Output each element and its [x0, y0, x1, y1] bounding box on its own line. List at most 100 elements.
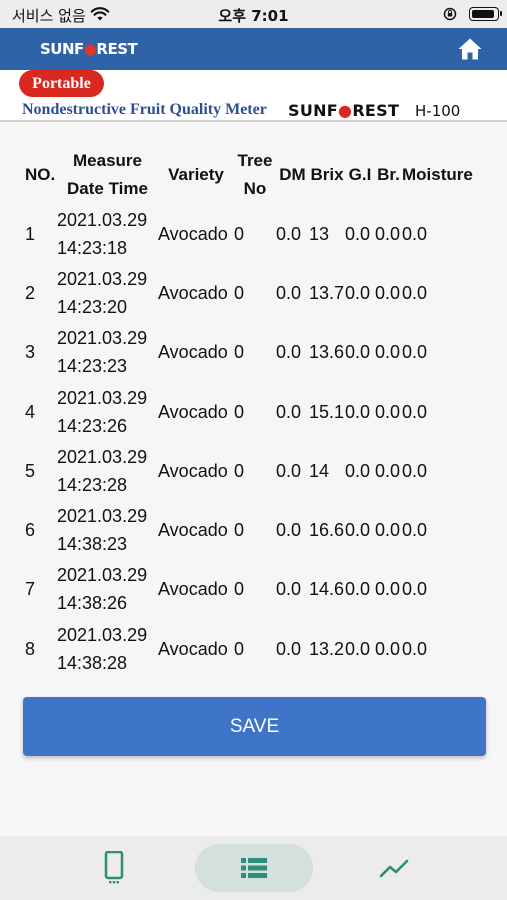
cell-tree-no: 0: [234, 460, 245, 481]
cell-no: 3: [25, 342, 36, 363]
table-row: 5 2021.03.29 14:23:28 Avocado 0 0.0 14 0.0 0.0 0.…: [19, 441, 489, 500]
cell-no: 2: [25, 282, 36, 303]
table-row: 3 2021.03.29 14:23:23 Avocado 0 0.0 13.6 0.0 0.0…: [19, 323, 489, 382]
cell-brix: 14: [309, 460, 330, 481]
home-icon[interactable]: [457, 37, 483, 61]
cell-no: 6: [25, 520, 36, 541]
brand-logo: SUNF●REST: [40, 40, 138, 58]
cell-tree-no: 0: [234, 401, 245, 422]
cell-no: 5: [25, 460, 36, 481]
header-no: NO.: [25, 165, 56, 184]
header-variety: Variety: [168, 165, 224, 184]
cell-variety: Avocado: [158, 223, 228, 244]
battery-icon: [469, 7, 502, 21]
product-banner: Portable Nondestructive Fruit Quality Me…: [0, 70, 507, 122]
model-label: H-100: [415, 102, 461, 120]
nav-list[interactable]: [195, 844, 313, 892]
cell-brix: 14.6: [309, 579, 345, 600]
rotation-lock-icon: [443, 7, 457, 21]
cell-tree-no: 0: [234, 520, 245, 541]
cell-dm: 0.0: [276, 638, 302, 659]
cell-moisture: 0.0: [402, 579, 428, 600]
status-bar: 서비스 없음 오후 7:01: [0, 0, 507, 28]
cell-tree-no: 0: [234, 638, 245, 659]
cell-date-time: 2021.03.29 14:23:26: [57, 387, 148, 436]
cell-tree-no: 0: [234, 342, 245, 363]
cell-gi: 0.0: [345, 223, 371, 244]
header-tree-no: Tree No: [237, 151, 273, 198]
cell-variety: Avocado: [158, 579, 228, 600]
cell-no: 8: [25, 638, 36, 659]
cell-date-time: 2021.03.29 14:23:20: [57, 268, 148, 317]
cell-moisture: 0.0: [402, 282, 428, 303]
cell-variety: Avocado: [158, 401, 228, 422]
cell-gi: 0.0: [345, 638, 371, 659]
cell-moisture: 0.0: [402, 460, 428, 481]
cell-dm: 0.0: [276, 579, 302, 600]
table-row: 4 2021.03.29 14:23:26 Avocado 0 0.0 15.1 0.0 0.0…: [19, 382, 489, 441]
bottom-nav: [0, 836, 507, 900]
cell-tree-no: 0: [234, 579, 245, 600]
cell-moisture: 0.0: [402, 342, 428, 363]
header-measure-date-time: Measure Date Time: [67, 151, 148, 198]
cell-moisture: 0.0: [402, 223, 428, 244]
cell-tree-no: 0: [234, 282, 245, 303]
cell-variety: Avocado: [158, 638, 228, 659]
cell-brix: 13.7: [309, 282, 345, 303]
cell-moisture: 0.0: [402, 401, 428, 422]
cell-gi: 0.0: [345, 282, 371, 303]
device-icon: [104, 851, 124, 884]
save-button[interactable]: SAVE: [23, 697, 486, 756]
table-row: 8 2021.03.29 14:38:28 Avocado 0 0.0 13.2 0.0 0.0…: [19, 619, 489, 678]
cell-no: 1: [25, 223, 36, 244]
cell-gi: 0.0: [345, 579, 371, 600]
cell-brix: 13.6: [309, 342, 345, 363]
cell-dm: 0.0: [276, 282, 302, 303]
table-header-row: NO. Measure Date Time Variety Tree No DM B…: [19, 146, 489, 204]
header-brix: Brix: [310, 165, 344, 184]
cell-br: 0.0: [375, 638, 401, 659]
nav-device[interactable]: [84, 844, 144, 892]
cell-date-time: 2021.03.29 14:23:18: [57, 209, 148, 258]
cell-variety: Avocado: [158, 460, 228, 481]
cell-date-time: 2021.03.29 14:38:23: [57, 506, 148, 555]
nav-chart[interactable]: [364, 844, 424, 892]
app-bar: SUNF●REST: [0, 28, 507, 70]
cell-dm: 0.0: [276, 223, 302, 244]
cell-date-time: 2021.03.29 14:23:23: [57, 328, 148, 377]
product-name: Nondestructive Fruit Quality Meter: [22, 101, 267, 118]
header-moisture: Moisture: [402, 165, 473, 184]
cell-dm: 0.0: [276, 342, 302, 363]
cell-br: 0.0: [375, 223, 401, 244]
portable-badge: Portable: [19, 70, 104, 97]
cell-gi: 0.0: [345, 460, 371, 481]
cell-moisture: 0.0: [402, 638, 428, 659]
cell-variety: Avocado: [158, 342, 228, 363]
cell-brix: 15.1: [309, 401, 345, 422]
cell-date-time: 2021.03.29 14:38:26: [57, 565, 148, 614]
cell-no: 7: [25, 579, 36, 600]
cell-br: 0.0: [375, 342, 401, 363]
table-row: 2 2021.03.29 14:23:20 Avocado 0 0.0 13.7 0.0 0.0…: [19, 263, 489, 322]
cell-br: 0.0: [375, 520, 401, 541]
cell-br: 0.0: [375, 401, 401, 422]
cell-variety: Avocado: [158, 282, 228, 303]
header-dm: DM: [279, 165, 306, 184]
cell-brix: 13.2: [309, 638, 345, 659]
cell-tree-no: 0: [234, 223, 245, 244]
table-row: 7 2021.03.29 14:38:26 Avocado 0 0.0 14.6 0.0 0.0…: [19, 560, 489, 619]
cell-dm: 0.0: [276, 460, 302, 481]
measurement-table: NO. Measure Date Time Variety Tree No DM B…: [19, 146, 489, 678]
cell-moisture: 0.0: [402, 520, 428, 541]
table-row: 6 2021.03.29 14:38:23 Avocado 0 0.0 16.6 0.0 0.0…: [19, 500, 489, 559]
cell-brix: 13: [309, 223, 330, 244]
cell-gi: 0.0: [345, 520, 371, 541]
cell-gi: 0.0: [345, 342, 371, 363]
cell-br: 0.0: [375, 579, 401, 600]
chart-icon: [379, 859, 409, 878]
cell-br: 0.0: [375, 460, 401, 481]
cell-variety: Avocado: [158, 520, 228, 541]
cell-br: 0.0: [375, 282, 401, 303]
cell-gi: 0.0: [345, 401, 371, 422]
header-gi: G.I: [348, 165, 372, 184]
